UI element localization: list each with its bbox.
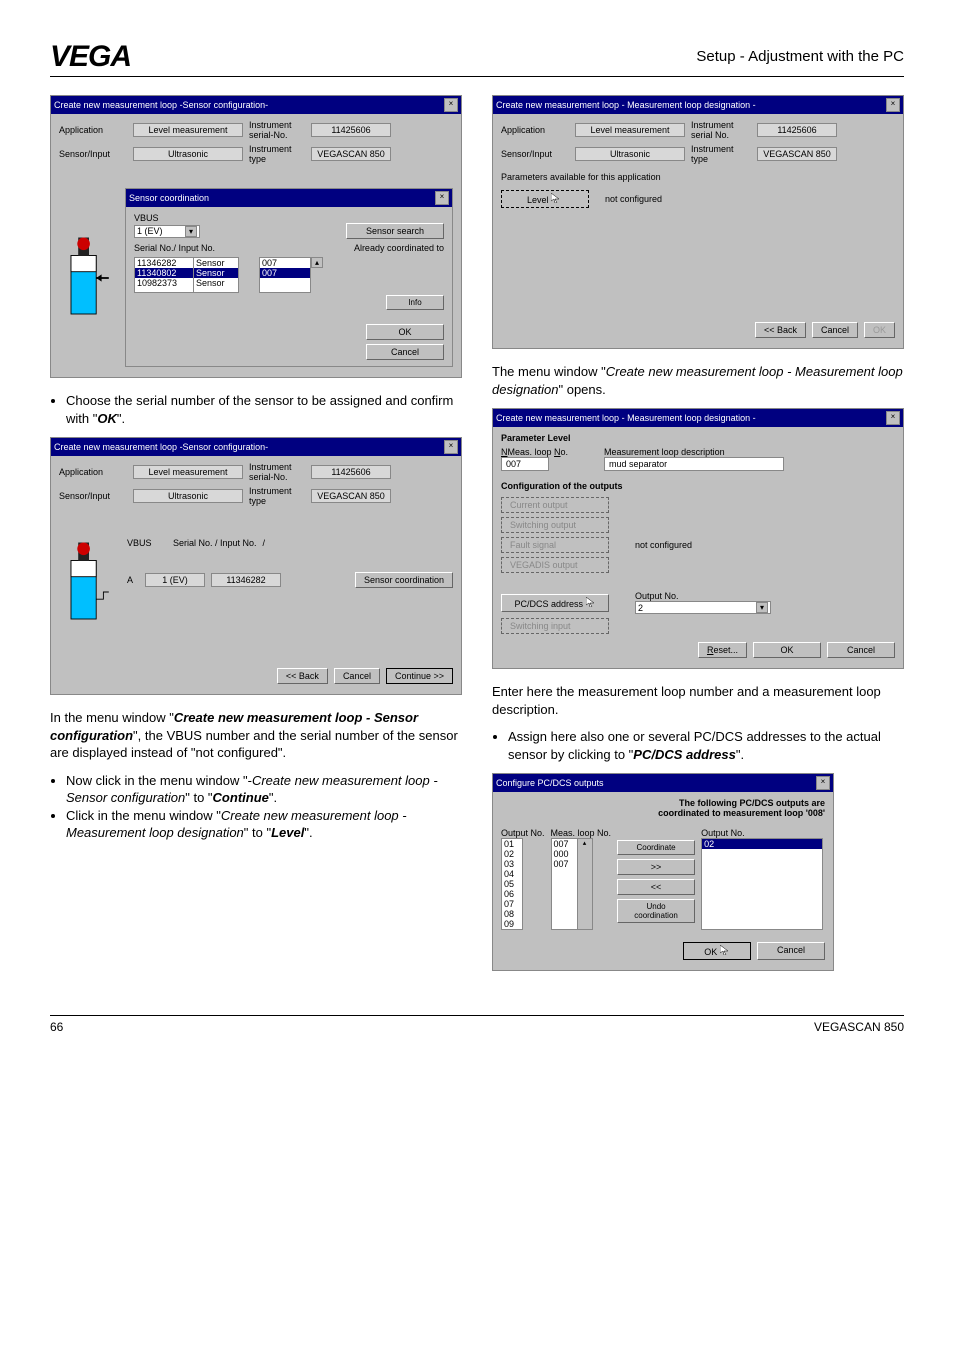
cancel-button[interactable]: Cancel — [334, 668, 380, 684]
dialog-mloop-designation-params: Create new measurement loop - Measuremen… — [492, 408, 904, 669]
cursor-icon — [551, 193, 563, 203]
bullet-list-left: Now click in the menu window "-Create ne… — [50, 772, 462, 842]
close-icon[interactable]: × — [435, 191, 449, 205]
label-desc: Measurement loop description — [604, 447, 784, 457]
label-vbus: VBUS — [127, 538, 167, 548]
label-a: A — [127, 575, 139, 585]
dialog-title: Create new measurement loop - Measuremen… — [496, 413, 756, 423]
label-output-no-left: Output No. — [501, 828, 545, 838]
label-config-outputs: Configuration of the outputs — [501, 481, 895, 491]
label-mloop-no: NMeas. loop No.Meas. loop No. — [501, 447, 568, 457]
svg-text:VEGA: VEGA — [50, 40, 131, 72]
ok-button-disabled: OK — [864, 322, 895, 338]
page-footer: 66 VEGASCAN 850 — [50, 1015, 904, 1034]
level-button[interactable]: Level — [501, 190, 589, 208]
label-application: Application — [59, 125, 127, 135]
label-already-coord: Already coordinated to — [354, 243, 444, 253]
dialog-title: Create new measurement loop - Measuremen… — [496, 100, 756, 110]
serial-list[interactable]: 11346282 11340802 10982373 — [134, 257, 194, 293]
field-mloop-no[interactable]: 007 — [501, 457, 549, 471]
vbus-dropdown[interactable]: 1 (EV)▾ — [134, 225, 200, 238]
close-icon[interactable]: × — [816, 776, 830, 790]
label-not-configured: not configured — [605, 194, 662, 204]
product-name: VEGASCAN 850 — [814, 1020, 904, 1034]
cursor-icon — [586, 597, 596, 607]
field-a-serial: 11346282 — [211, 573, 281, 587]
paragraph-sensor-config: In the menu window "Create new measureme… — [50, 709, 462, 762]
field-a-vbus: 1 (EV) — [145, 573, 205, 587]
forward-button[interactable]: >> — [617, 859, 695, 875]
close-icon[interactable]: × — [444, 98, 458, 112]
label-instr-serial: Instrument serial-No. — [249, 120, 305, 140]
field-desc[interactable]: mud separator — [604, 457, 784, 471]
label-vbus: VBUS — [134, 213, 444, 223]
ok-button[interactable]: OK — [753, 642, 821, 658]
vega-logo: VEGA — [50, 40, 150, 72]
cursor-icon — [720, 945, 730, 955]
mloop-list[interactable]: 007000007 ▴ — [551, 838, 593, 930]
section-title: Setup - Adjustment with the PC — [696, 48, 904, 65]
label-params-available: Parameters available for this applicatio… — [501, 172, 895, 182]
paragraph-enter-mloop: Enter here the measurement loop number a… — [492, 683, 904, 718]
bullet-list-right: Assign here also one or several PC/DCS a… — [492, 728, 904, 763]
param-heading: Parameter Level — [501, 433, 895, 443]
switching-input-button: Switching input — [501, 618, 609, 634]
cancel-button[interactable]: Cancel — [366, 344, 444, 360]
page-header: VEGA Setup - Adjustment with the PC — [50, 40, 904, 77]
continue-button[interactable]: Continue >> — [386, 668, 453, 684]
dialog-title: Create new measurement loop -Sensor conf… — [54, 442, 268, 452]
tank-icon — [59, 233, 119, 323]
label-mloop-no: Meas. loop No. — [551, 828, 612, 838]
field-sensor-input: Ultrasonic — [133, 147, 243, 161]
close-icon[interactable]: × — [444, 440, 458, 454]
info-button[interactable]: Info — [386, 295, 444, 310]
label-serial-input: Serial No./ Input No. — [134, 243, 215, 253]
ok-button[interactable]: OK — [366, 324, 444, 340]
dialog-title: Configure PC/DCS outputs — [496, 778, 604, 788]
dialog-sensor-coordination-popup: Create new measurement loop -Sensor conf… — [50, 95, 462, 378]
label-output-no-right: Output No. — [701, 828, 823, 838]
reset-button[interactable]: Reset... — [698, 642, 747, 658]
cancel-button[interactable]: Cancel — [757, 942, 825, 960]
page-number: 66 — [50, 1020, 63, 1034]
switching-output-button: Switching output — [501, 517, 609, 533]
close-icon[interactable]: × — [886, 411, 900, 425]
dialog-sensor-configuration: Create new measurement loop -Sensor conf… — [50, 437, 462, 695]
label-output-no: Output No. — [635, 591, 771, 601]
fault-signal-button: Fault signal — [501, 537, 609, 553]
bullet-choose-serial: Choose the serial number of the sensor t… — [50, 392, 462, 427]
coordinate-button[interactable]: Coordinate — [617, 840, 695, 855]
label-serialno: Serial No. / Input No. — [173, 538, 257, 548]
pcdcs-address-button[interactable]: PC/DCS address — [501, 594, 609, 612]
cancel-button[interactable]: Cancel — [812, 322, 858, 338]
back-button[interactable]: << Back — [755, 322, 806, 338]
undo-coord-button[interactable]: Undo coordination — [617, 899, 695, 923]
dialog-configure-pcdcs: Configure PC/DCS outputs × The following… — [492, 773, 834, 971]
sensor-coordination-button[interactable]: Sensor coordination — [355, 572, 453, 588]
coord-list[interactable]: 007 007 — [259, 257, 311, 293]
current-output-button: Current output — [501, 497, 609, 513]
heading-pcdcs: The following PC/DCS outputs are coordin… — [641, 798, 825, 818]
type-list: Sensor Sensor Sensor — [194, 257, 239, 293]
field-application: Level measurement — [133, 123, 243, 137]
close-icon[interactable]: × — [886, 98, 900, 112]
vegadis-output-button: VEGADIS output — [501, 557, 609, 573]
label-instr-type: Instrument type — [249, 144, 305, 164]
dialog-title: Create new measurement loop -Sensor conf… — [54, 100, 268, 110]
inner-title: Sensor coordination — [129, 193, 209, 203]
output-list-right[interactable]: 02 — [701, 838, 823, 930]
dialog-mloop-designation-level: Create new measurement loop - Measuremen… — [492, 95, 904, 349]
field-instr-type: VEGASCAN 850 — [311, 147, 391, 161]
backward-button[interactable]: << — [617, 879, 695, 895]
output-no-dropdown[interactable]: 2▾ — [635, 601, 771, 614]
ok-button[interactable]: OK — [683, 942, 751, 960]
paragraph-mloop-opens: The menu window "Create new measurement … — [492, 363, 904, 398]
output-list-left[interactable]: 010203040506070809 — [501, 838, 523, 930]
tank-icon — [59, 538, 119, 628]
cancel-button[interactable]: Cancel — [827, 642, 895, 658]
sensor-search-button[interactable]: Sensor search — [346, 223, 444, 239]
field-instr-serial: 11425606 — [311, 123, 391, 137]
label-sensor-input: Sensor/Input — [59, 149, 127, 159]
back-button[interactable]: << Back — [277, 668, 328, 684]
